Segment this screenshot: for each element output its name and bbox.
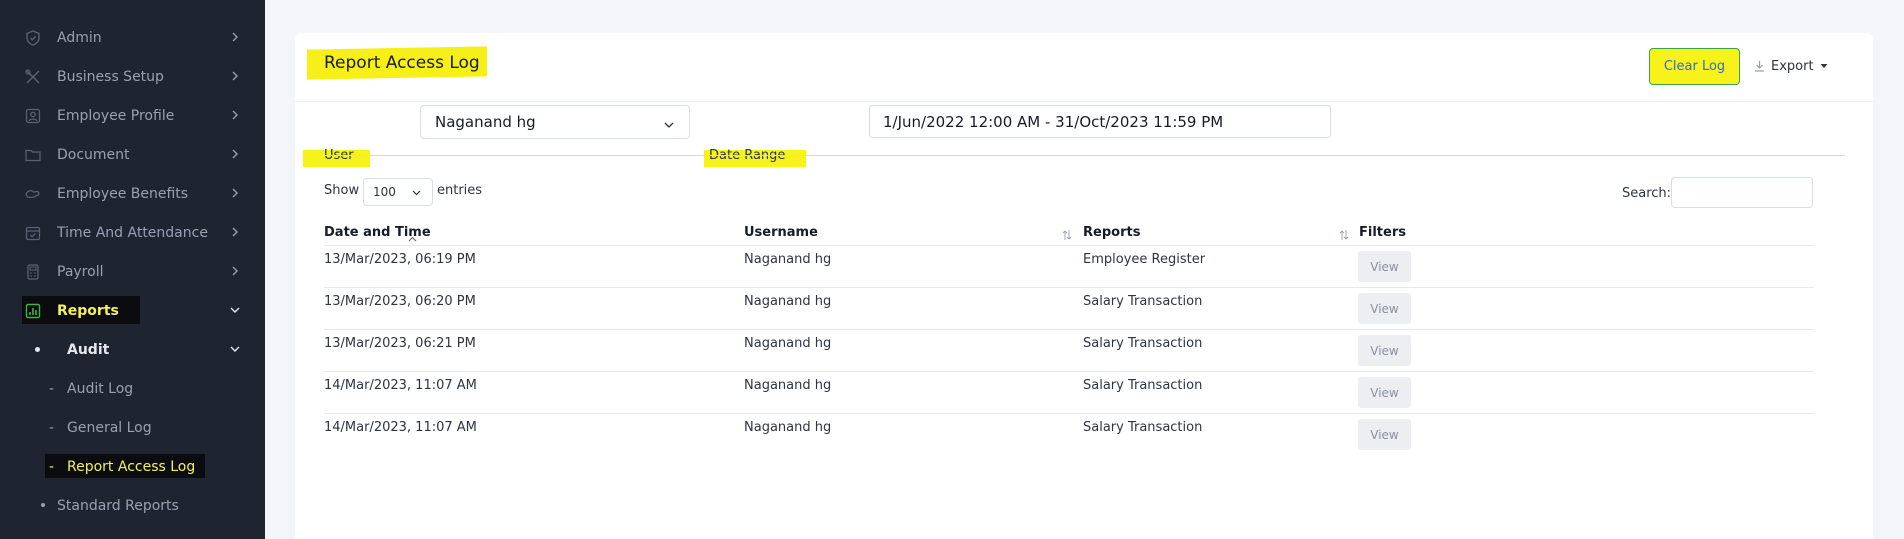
chevron-down-icon	[411, 187, 422, 201]
search-input[interactable]	[1671, 177, 1813, 208]
row-divider	[324, 413, 1814, 414]
sidebar-subitem-audit-log[interactable]: - Audit Log	[0, 369, 265, 408]
entries-label: entries	[437, 183, 483, 198]
bullet-icon	[35, 347, 40, 352]
report-access-log-card: Report Access Log Clear Log Export User …	[295, 33, 1873, 539]
sidebar-item-label: Standard Reports	[57, 497, 179, 514]
chevron-right-icon	[228, 225, 242, 239]
sidebar: Admin Business Setup Employee Profile Do…	[0, 0, 265, 539]
cell-username: Naganand hg	[744, 420, 832, 435]
show-label: Show	[324, 183, 360, 198]
sidebar-item-audit[interactable]: Audit	[0, 330, 265, 369]
sidebar-subitem-report-access-log[interactable]: - Report Access Log	[0, 447, 265, 486]
row-divider	[324, 329, 1814, 330]
row-divider	[324, 245, 1814, 246]
sidebar-item-business-setup[interactable]: Business Setup	[0, 57, 265, 96]
sidebar-item-label: Audit	[67, 341, 110, 358]
chevron-down-icon	[228, 342, 242, 356]
bullet-icon	[41, 503, 45, 507]
sidebar-item-standard-reports[interactable]: Standard Reports	[0, 486, 265, 525]
sidebar-item-label: Reports	[57, 302, 119, 319]
dash-icon: -	[49, 419, 55, 436]
entries-select[interactable]: 100	[363, 178, 433, 206]
sidebar-item-document[interactable]: Document	[0, 135, 265, 174]
cell-report: Salary Transaction	[1083, 420, 1203, 435]
dash-icon: -	[49, 458, 55, 475]
cell-report: Salary Transaction	[1083, 336, 1203, 351]
row-divider	[324, 287, 1814, 288]
chevron-right-icon	[228, 264, 242, 278]
header-divider	[295, 101, 1873, 102]
cell-username: Naganand hg	[744, 252, 832, 267]
chevron-down-icon	[228, 303, 242, 317]
folder-icon	[24, 146, 42, 164]
sort-icon[interactable]	[1062, 226, 1072, 245]
page-title: Report Access Log	[324, 53, 480, 73]
entries-value: 100	[373, 185, 396, 199]
cell-date: 14/Mar/2023, 11:07 AM	[324, 420, 477, 435]
column-header-reports[interactable]: Reports	[1083, 225, 1140, 240]
view-button[interactable]: View	[1358, 251, 1411, 282]
user-select-value: Naganand hg	[435, 113, 536, 131]
view-button[interactable]: View	[1358, 377, 1411, 408]
sidebar-item-label: Admin	[57, 29, 102, 46]
sidebar-subitem-label: Audit Log	[67, 380, 134, 397]
chevron-right-icon	[228, 30, 242, 44]
dash-icon: -	[49, 380, 55, 397]
sidebar-item-label: Business Setup	[57, 68, 164, 85]
calculator-icon	[24, 263, 42, 281]
benefits-icon	[24, 185, 42, 203]
cell-report: Salary Transaction	[1083, 378, 1203, 393]
export-label: Export	[1771, 58, 1814, 74]
filter-divider	[324, 155, 1845, 156]
cell-report: Salary Transaction	[1083, 294, 1203, 309]
view-button[interactable]: View	[1358, 419, 1411, 450]
column-header-filters: Filters	[1359, 225, 1406, 240]
sidebar-item-label: Payroll	[57, 263, 104, 280]
shield-icon	[24, 29, 42, 47]
cell-date: 13/Mar/2023, 06:21 PM	[324, 336, 476, 351]
profile-icon	[24, 107, 42, 125]
sidebar-item-label: Time And Attendance	[57, 224, 208, 241]
caret-down-icon	[1820, 63, 1828, 69]
view-button[interactable]: View	[1358, 293, 1411, 324]
sort-icon[interactable]	[1339, 226, 1349, 245]
chevron-right-icon	[228, 108, 242, 122]
chevron-right-icon	[228, 69, 242, 83]
chevron-right-icon	[228, 147, 242, 161]
tools-icon	[24, 68, 42, 86]
user-select[interactable]: Naganand hg	[420, 105, 690, 139]
calendar-icon	[24, 224, 42, 242]
sidebar-item-label: Employee Benefits	[57, 185, 189, 202]
cell-username: Naganand hg	[744, 294, 832, 309]
sidebar-subitem-label: General Log	[67, 419, 152, 436]
chart-icon	[24, 302, 42, 320]
sidebar-item-admin[interactable]: Admin	[0, 18, 265, 57]
sidebar-subitem-label: Report Access Log	[67, 458, 196, 475]
cell-username: Naganand hg	[744, 336, 832, 351]
sidebar-item-time-and-attendance[interactable]: Time And Attendance	[0, 213, 265, 252]
chevron-down-icon	[663, 117, 675, 135]
clear-log-button[interactable]: Clear Log	[1649, 48, 1740, 85]
cell-date: 13/Mar/2023, 06:19 PM	[324, 252, 476, 267]
sidebar-item-reports[interactable]: Reports	[0, 291, 265, 330]
view-button[interactable]: View	[1358, 335, 1411, 366]
cell-report: Employee Register	[1083, 252, 1206, 267]
sidebar-subitem-general-log[interactable]: - General Log	[0, 408, 265, 447]
chevron-right-icon	[228, 186, 242, 200]
row-divider	[324, 371, 1814, 372]
cell-username: Naganand hg	[744, 378, 832, 393]
cell-date: 13/Mar/2023, 06:20 PM	[324, 294, 476, 309]
sidebar-item-payroll[interactable]: Payroll	[0, 252, 265, 291]
sidebar-item-label: Employee Profile	[57, 107, 175, 124]
sidebar-item-label: Document	[57, 146, 130, 163]
cell-date: 14/Mar/2023, 11:07 AM	[324, 378, 477, 393]
column-header-username[interactable]: Username	[744, 225, 818, 240]
date-range-input[interactable]: 1/Jun/2022 12:00 AM - 31/Oct/2023 11:59 …	[869, 105, 1331, 138]
download-icon	[1754, 60, 1765, 72]
sidebar-item-employee-benefits[interactable]: Employee Benefits	[0, 174, 265, 213]
search-label: Search:	[1622, 186, 1672, 201]
sidebar-item-employee-profile[interactable]: Employee Profile	[0, 96, 265, 135]
export-button[interactable]: Export	[1754, 54, 1828, 78]
